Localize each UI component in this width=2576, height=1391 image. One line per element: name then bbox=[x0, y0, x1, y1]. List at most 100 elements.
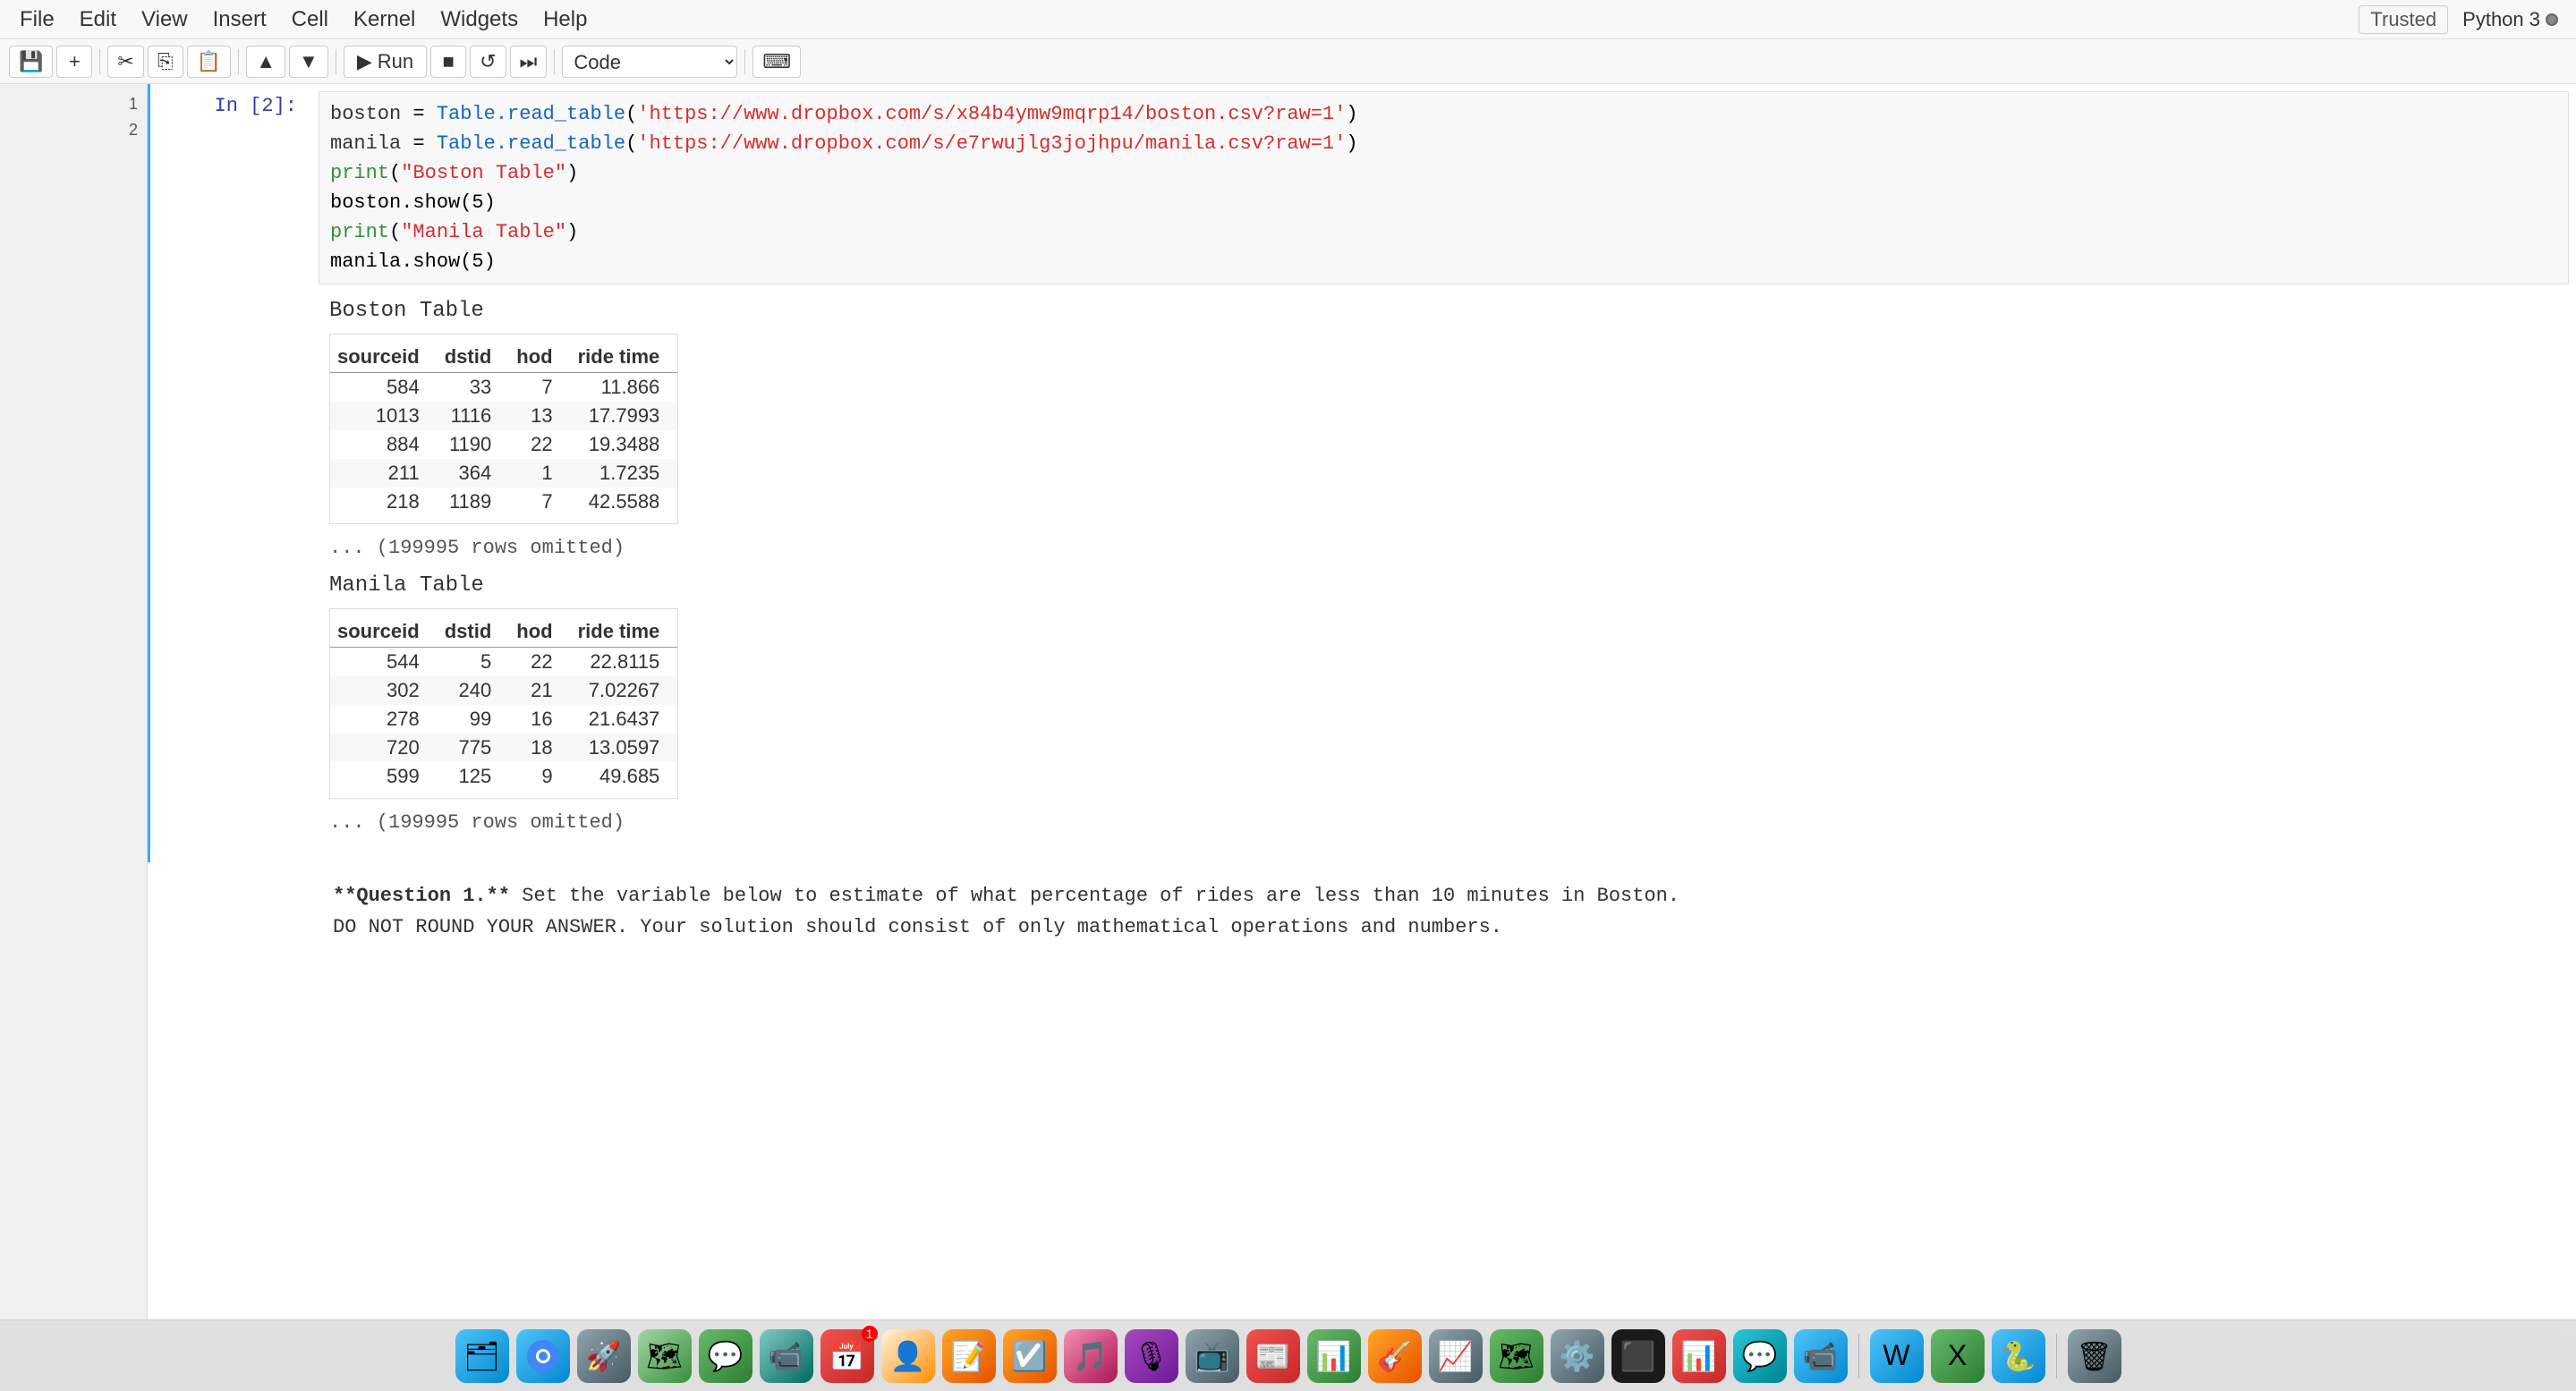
manila-table-row: 599125949.685 bbox=[330, 762, 677, 791]
menu-view[interactable]: View bbox=[131, 4, 199, 36]
manila-table-row: 54452222.8115 bbox=[330, 648, 677, 677]
dock-itunes[interactable]: 🎵 bbox=[1064, 1329, 1118, 1383]
question-prompt bbox=[150, 866, 311, 957]
toolbar-separator-2 bbox=[238, 49, 239, 74]
table-cell: 1189 bbox=[438, 488, 510, 516]
table-cell: 1.7235 bbox=[571, 459, 678, 488]
boston-col-dstid: dstid bbox=[438, 342, 510, 373]
table-cell: 21.6437 bbox=[571, 705, 678, 734]
keyboard-shortcuts-button[interactable]: ⌨ bbox=[752, 46, 801, 78]
run-button[interactable]: ▶ Run bbox=[344, 46, 427, 78]
left-sidebar: 1 2 bbox=[0, 84, 148, 1337]
restart-button[interactable]: ↺ bbox=[470, 46, 506, 78]
dock-stocks[interactable]: 📈 bbox=[1429, 1329, 1483, 1383]
dock-trash[interactable]: 🗑 bbox=[2068, 1329, 2121, 1383]
dock-system-prefs[interactable]: ⚙️ bbox=[1551, 1329, 1604, 1383]
cell-content[interactable]: boston = Table.read_table('https://www.d… bbox=[311, 88, 2576, 859]
kernel-indicator: Python 3 bbox=[2462, 8, 2558, 31]
output-area: Boston Table sourceid dstid hod ride tim… bbox=[319, 284, 2569, 855]
main-layout: 1 2 In [2]: boston = Table.read_table('h… bbox=[0, 84, 2576, 1337]
table-cell: 13 bbox=[509, 402, 570, 430]
table-cell: 13.0597 bbox=[571, 734, 678, 762]
manila-omitted: ... (199995 rows omitted) bbox=[329, 811, 2558, 834]
boston-table-row: 88411902219.3488 bbox=[330, 430, 677, 459]
dock-zoom[interactable]: 📹 bbox=[1794, 1329, 1848, 1383]
question-cell: **Question 1.** Set the variable below t… bbox=[148, 862, 2576, 961]
dock-calendar[interactable]: 📅 1 bbox=[820, 1329, 874, 1383]
add-cell-button[interactable]: + bbox=[56, 46, 92, 78]
dock-word[interactable]: W bbox=[1870, 1329, 1924, 1383]
dock-terminal[interactable]: ⬛ bbox=[1611, 1329, 1665, 1383]
table-cell: 1 bbox=[509, 459, 570, 488]
manila-table-title: Manila Table bbox=[329, 573, 2558, 598]
paste-button[interactable]: 📋 bbox=[187, 46, 231, 78]
boston-table: sourceid dstid hod ride time 58433711.86… bbox=[330, 342, 677, 516]
dock-podcasts[interactable]: 🎙 bbox=[1125, 1329, 1178, 1383]
code-area[interactable]: boston = Table.read_table('https://www.d… bbox=[319, 91, 2569, 284]
dock-slack[interactable]: 💬 bbox=[1733, 1329, 1787, 1383]
dock-numbers[interactable]: 📊 bbox=[1307, 1329, 1361, 1383]
table-cell: 19.3488 bbox=[571, 430, 678, 459]
menu-kernel[interactable]: Kernel bbox=[343, 4, 426, 36]
menu-edit[interactable]: Edit bbox=[69, 4, 127, 36]
table-cell: 42.5588 bbox=[571, 488, 678, 516]
dock-finder[interactable]: 🗂 bbox=[455, 1329, 509, 1383]
dock-excel[interactable]: X bbox=[1931, 1329, 1985, 1383]
run-label: Run bbox=[378, 50, 413, 73]
menu-cell[interactable]: Cell bbox=[281, 4, 339, 36]
table-cell: 7 bbox=[509, 373, 570, 403]
boston-table-wrapper: sourceid dstid hod ride time 58433711.86… bbox=[329, 334, 678, 524]
dock-messages[interactable]: 💬 bbox=[699, 1329, 752, 1383]
dock-maps[interactable]: 🗺 bbox=[638, 1329, 692, 1383]
menu-help[interactable]: Help bbox=[532, 4, 598, 36]
table-cell: 17.7993 bbox=[571, 402, 678, 430]
move-down-button[interactable]: ▼ bbox=[289, 46, 328, 78]
question-text: **Question 1.** Set the variable below t… bbox=[319, 869, 2569, 954]
table-cell: 720 bbox=[330, 734, 438, 762]
table-cell: 302 bbox=[330, 676, 438, 705]
dock-maps2[interactable]: 🗺 bbox=[1490, 1329, 1543, 1383]
manila-col-sourceid: sourceid bbox=[330, 616, 438, 648]
menu-widgets[interactable]: Widgets bbox=[429, 4, 529, 36]
dock-launchpad[interactable]: 🚀 bbox=[577, 1329, 631, 1383]
macos-dock: 🗂 🚀 🗺 💬 📹 📅 1 👤 📝 ☑️ 🎵 🎙 📺 📰 📊 🎸 📈 🗺 ⚙️ … bbox=[0, 1319, 2576, 1391]
dock-python[interactable]: 🐍 bbox=[1992, 1329, 2045, 1383]
menu-file[interactable]: File bbox=[9, 4, 65, 36]
stop-button[interactable]: ■ bbox=[430, 46, 466, 78]
dock-garageband[interactable]: 🎸 bbox=[1368, 1329, 1422, 1383]
dock-appletv[interactable]: 📺 bbox=[1186, 1329, 1239, 1383]
code-cell: In [2]: boston = Table.read_table('https… bbox=[148, 84, 2576, 862]
dock-news[interactable]: 📰 bbox=[1246, 1329, 1300, 1383]
dock-notes[interactable]: 📝 bbox=[942, 1329, 996, 1383]
dock-powerpoint[interactable]: 📊 bbox=[1672, 1329, 1726, 1383]
manila-table: sourceid dstid hod ride time 54452222.81… bbox=[330, 616, 677, 791]
sidebar-num-1: 1 bbox=[4, 91, 143, 117]
boston-table-header: sourceid dstid hod ride time bbox=[330, 342, 677, 373]
dock-facetime[interactable]: 📹 bbox=[760, 1329, 813, 1383]
notebook-content[interactable]: In [2]: boston = Table.read_table('https… bbox=[148, 84, 2576, 1337]
save-button[interactable]: 💾 bbox=[9, 46, 53, 78]
dock-contacts[interactable]: 👤 bbox=[881, 1329, 935, 1383]
boston-omitted: ... (199995 rows omitted) bbox=[329, 537, 2558, 559]
restart-run-button[interactable]: ⏭ bbox=[510, 46, 548, 78]
table-cell: 584 bbox=[330, 373, 438, 403]
table-cell: 21 bbox=[509, 676, 570, 705]
table-cell: 364 bbox=[438, 459, 510, 488]
table-cell: 33 bbox=[438, 373, 510, 403]
cell-type-select[interactable]: Code Markdown Raw NBConvert bbox=[562, 46, 737, 78]
toolbar-separator-4 bbox=[554, 49, 555, 74]
move-up-button[interactable]: ▲ bbox=[246, 46, 285, 78]
dock-chrome[interactable] bbox=[516, 1329, 570, 1383]
boston-col-sourceid: sourceid bbox=[330, 342, 438, 373]
table-cell: 218 bbox=[330, 488, 438, 516]
dock-reminders[interactable]: ☑️ bbox=[1003, 1329, 1057, 1383]
toolbar-separator-5 bbox=[744, 49, 745, 74]
cut-button[interactable]: ✂ bbox=[107, 46, 143, 78]
table-cell: 278 bbox=[330, 705, 438, 734]
dock-separator-2 bbox=[2056, 1334, 2057, 1378]
copy-button[interactable]: ⎘ bbox=[148, 46, 183, 78]
table-cell: 544 bbox=[330, 648, 438, 677]
menu-insert[interactable]: Insert bbox=[202, 4, 277, 36]
table-cell: 1013 bbox=[330, 402, 438, 430]
table-cell: 99 bbox=[438, 705, 510, 734]
